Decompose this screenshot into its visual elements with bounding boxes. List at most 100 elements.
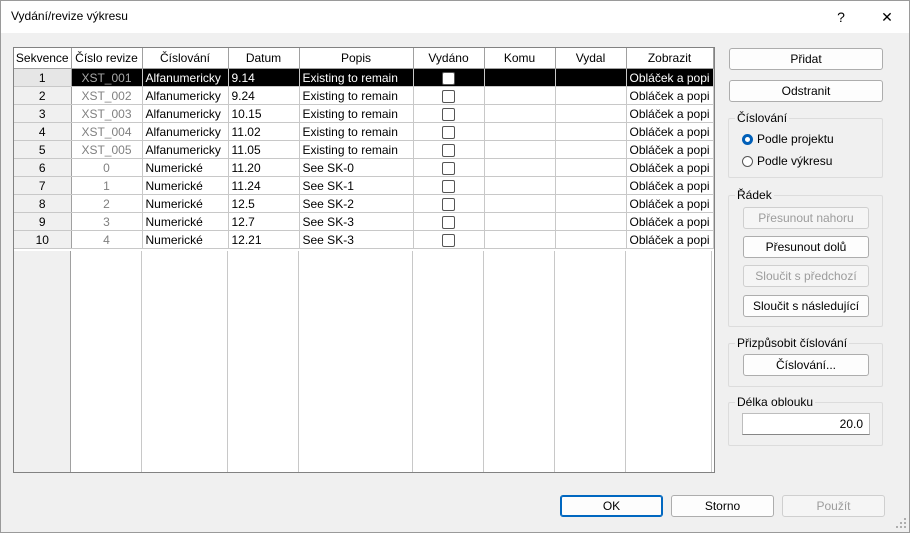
revision-number-cell[interactable]: XST_005	[71, 140, 143, 159]
description-cell[interactable]: See SK-0	[299, 158, 414, 177]
description-cell[interactable]: See SK-3	[299, 212, 414, 231]
issued-to-cell[interactable]	[484, 230, 556, 249]
column-header[interactable]: Číslo revize	[71, 48, 143, 69]
date-cell[interactable]: 11.02	[228, 122, 300, 141]
date-cell[interactable]: 12.7	[228, 212, 300, 231]
add-button[interactable]: Přidat	[729, 48, 883, 70]
table-row[interactable]: 1 XST_001 Alfanumericky 9.14 Existing to rem…	[14, 68, 714, 87]
revision-number-cell[interactable]: 0	[71, 158, 143, 177]
close-button[interactable]: ✕	[867, 1, 907, 33]
numbering-cell[interactable]: Alfanumericky	[142, 104, 229, 123]
table-row[interactable]: 8 2 Numerické 12.5 See SK-2 Obláček a popi	[14, 194, 714, 213]
revision-number-cell[interactable]: XST_002	[71, 86, 143, 105]
numbering-button[interactable]: Číslování...	[743, 354, 869, 376]
column-header[interactable]: Vydal	[555, 48, 627, 69]
table-row[interactable]: 10 4 Numerické 12.21 See SK-3 Obláček a popi	[14, 230, 714, 249]
merge-previous-button[interactable]: Sloučit s předchozí	[743, 265, 869, 287]
issued-by-cell[interactable]	[555, 176, 627, 195]
ok-button[interactable]: OK	[560, 495, 663, 517]
column-header[interactable]: Zobrazit	[626, 48, 714, 69]
issued-checkbox[interactable]	[442, 197, 455, 211]
issued-by-cell[interactable]	[555, 140, 627, 159]
issued-checkbox[interactable]	[442, 107, 455, 121]
revision-number-cell[interactable]: 1	[71, 176, 143, 195]
show-cell[interactable]: Obláček a popi	[626, 140, 714, 159]
show-cell[interactable]: Obláček a popi	[626, 104, 714, 123]
column-header[interactable]: Vydáno	[413, 48, 485, 69]
row-header[interactable]: 2	[14, 86, 72, 105]
show-cell[interactable]: Obláček a popi	[626, 176, 714, 195]
issued-to-cell[interactable]	[484, 194, 556, 213]
date-cell[interactable]: 11.24	[228, 176, 300, 195]
column-header[interactable]: Sekvence	[14, 48, 72, 69]
show-cell[interactable]: Obláček a popi	[626, 230, 714, 249]
numbering-cell[interactable]: Numerické	[142, 212, 229, 231]
table-row[interactable]: 3 XST_003 Alfanumericky 10.15 Existing to re…	[14, 104, 714, 123]
by-project-radio[interactable]: Podle projektu	[742, 132, 834, 146]
issued-checkbox[interactable]	[442, 179, 455, 193]
row-header[interactable]: 6	[14, 158, 72, 177]
row-header[interactable]: 3	[14, 104, 72, 123]
table-row[interactable]: 4 XST_004 Alfanumericky 11.02 Existing to re…	[14, 122, 714, 141]
issued-by-cell[interactable]	[555, 230, 627, 249]
issued-checkbox[interactable]	[442, 89, 455, 103]
row-header[interactable]: 4	[14, 122, 72, 141]
cancel-button[interactable]: Storno	[671, 495, 774, 517]
move-up-button[interactable]: Přesunout nahoru	[743, 207, 869, 229]
numbering-cell[interactable]: Numerické	[142, 230, 229, 249]
date-cell[interactable]: 12.5	[228, 194, 300, 213]
issued-cell[interactable]	[413, 194, 485, 213]
issued-by-cell[interactable]	[555, 158, 627, 177]
column-header[interactable]: Popis	[299, 48, 414, 69]
table-row[interactable]: 6 0 Numerické 11.20 See SK-0 Obláček a popi	[14, 158, 714, 177]
issued-checkbox[interactable]	[442, 143, 455, 157]
issued-cell[interactable]	[413, 68, 485, 87]
numbering-cell[interactable]: Alfanumericky	[142, 86, 229, 105]
date-cell[interactable]: 12.21	[228, 230, 300, 249]
numbering-cell[interactable]: Numerické	[142, 194, 229, 213]
description-cell[interactable]: Existing to remain	[299, 86, 414, 105]
show-cell[interactable]: Obláček a popi	[626, 68, 714, 87]
numbering-cell[interactable]: Numerické	[142, 158, 229, 177]
date-cell[interactable]: 10.15	[228, 104, 300, 123]
move-down-button[interactable]: Přesunout dolů	[743, 236, 869, 258]
issued-cell[interactable]	[413, 104, 485, 123]
revision-number-cell[interactable]: 4	[71, 230, 143, 249]
issued-checkbox[interactable]	[442, 215, 455, 229]
show-cell[interactable]: Obláček a popi	[626, 122, 714, 141]
issued-to-cell[interactable]	[484, 140, 556, 159]
row-header[interactable]: 1	[14, 68, 72, 87]
arc-length-input[interactable]: 20.0	[742, 413, 870, 435]
description-cell[interactable]: Existing to remain	[299, 140, 414, 159]
numbering-cell[interactable]: Alfanumericky	[142, 140, 229, 159]
description-cell[interactable]: Existing to remain	[299, 68, 414, 87]
show-cell[interactable]: Obláček a popi	[626, 86, 714, 105]
issued-by-cell[interactable]	[555, 212, 627, 231]
table-row[interactable]: 7 1 Numerické 11.24 See SK-1 Obláček a popi	[14, 176, 714, 195]
issued-checkbox[interactable]	[442, 71, 455, 85]
issued-cell[interactable]	[413, 212, 485, 231]
column-header[interactable]: Číslování	[142, 48, 229, 69]
help-button[interactable]: ?	[821, 1, 861, 33]
description-cell[interactable]: See SK-1	[299, 176, 414, 195]
numbering-cell[interactable]: Alfanumericky	[142, 122, 229, 141]
remove-button[interactable]: Odstranit	[729, 80, 883, 102]
issued-to-cell[interactable]	[484, 86, 556, 105]
issued-to-cell[interactable]	[484, 68, 556, 87]
revision-number-cell[interactable]: 3	[71, 212, 143, 231]
issued-cell[interactable]	[413, 230, 485, 249]
issued-checkbox[interactable]	[442, 233, 455, 247]
date-cell[interactable]: 9.14	[228, 68, 300, 87]
issued-to-cell[interactable]	[484, 122, 556, 141]
column-header[interactable]: Komu	[484, 48, 556, 69]
merge-next-button[interactable]: Sloučit s následující	[743, 295, 869, 317]
date-cell[interactable]: 11.05	[228, 140, 300, 159]
issued-to-cell[interactable]	[484, 212, 556, 231]
row-header[interactable]: 7	[14, 176, 72, 195]
row-header[interactable]: 10	[14, 230, 72, 249]
revisions-grid[interactable]: Sekvence Číslo revize Číslování Datum Popis V…	[13, 47, 715, 473]
column-header[interactable]: Datum	[228, 48, 300, 69]
date-cell[interactable]: 9.24	[228, 86, 300, 105]
apply-button[interactable]: Použít	[782, 495, 885, 517]
show-cell[interactable]: Obláček a popi	[626, 212, 714, 231]
